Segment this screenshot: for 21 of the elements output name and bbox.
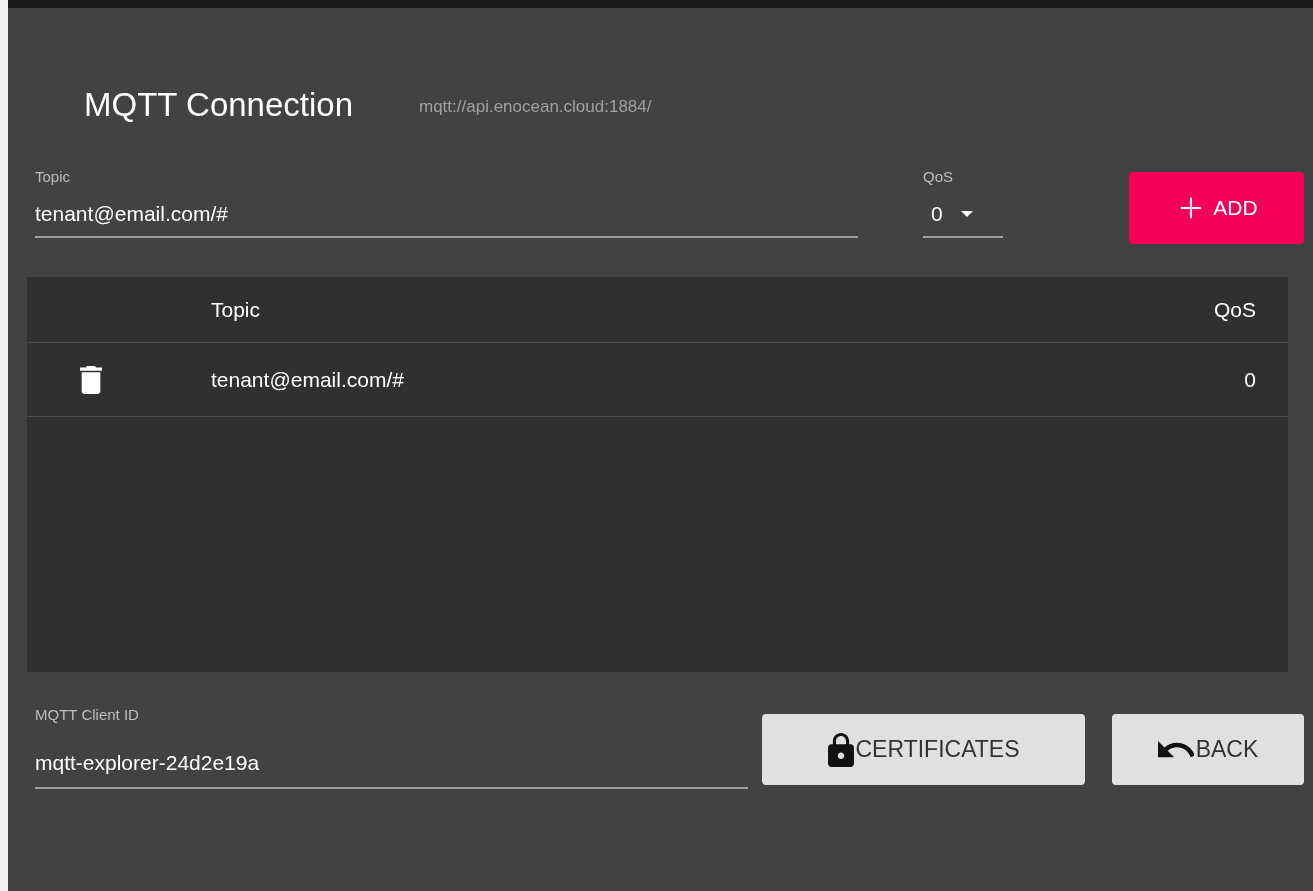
topic-field[interactable]: Topic tenant@email.com/# <box>35 169 858 238</box>
client-id-label: MQTT Client ID <box>35 707 140 722</box>
lock-icon <box>827 732 854 767</box>
dialog-title: MQTT Connection <box>84 88 353 121</box>
column-header: Topic <box>211 296 261 323</box>
trash-icon[interactable] <box>80 365 102 394</box>
certificates-button[interactable]: CERTIFICATES <box>762 714 1085 785</box>
client-id-field[interactable]: MQTT Client ID mqtt-explorer-24d2e19a <box>35 707 748 789</box>
table-cell-text: 0 <box>1244 366 1256 393</box>
table-cell-text: tenant@email.com/# <box>211 366 404 393</box>
topic-value: tenant@email.com/# <box>35 203 229 224</box>
undo-icon <box>1157 740 1194 759</box>
add-button[interactable]: ADD <box>1129 172 1304 244</box>
client-id-value: mqtt-explorer-24d2e19a <box>35 752 261 773</box>
broker-url: mqtt://api.enocean.cloud:1884/ <box>419 98 652 115</box>
back-button[interactable]: BACK <box>1112 714 1304 785</box>
column-header: QoS <box>1213 296 1256 323</box>
topic-label: Topic <box>35 169 72 184</box>
qos-label: QoS <box>923 169 954 184</box>
dropdown-caret-icon <box>960 210 973 217</box>
qos-select[interactable]: 0 <box>923 203 1003 238</box>
